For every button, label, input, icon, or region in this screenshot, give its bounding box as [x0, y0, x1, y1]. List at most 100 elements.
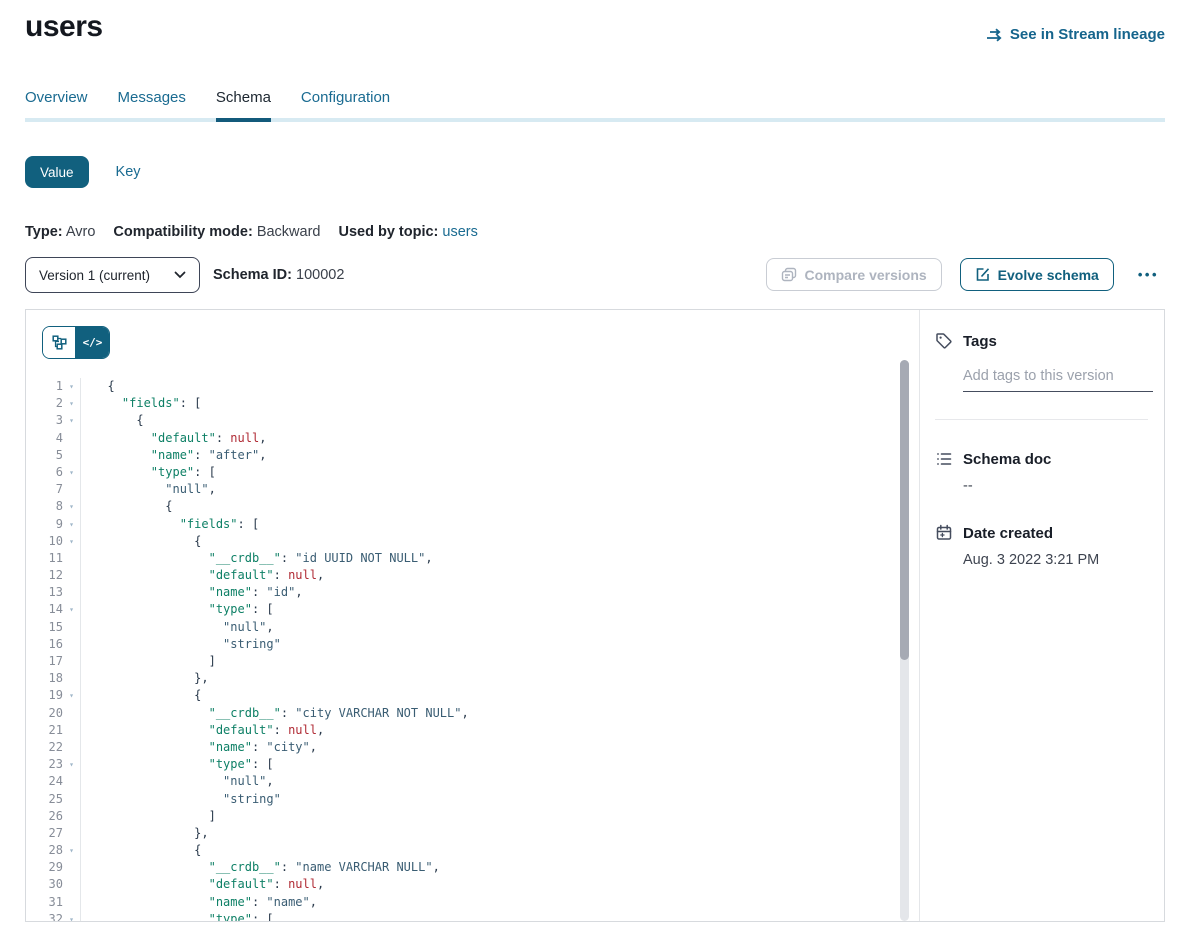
code-text[interactable]: { [80, 378, 897, 395]
code-line: 27 }, [26, 825, 897, 842]
code-text[interactable]: "default": null, [80, 567, 897, 584]
code-text[interactable]: "string" [80, 791, 897, 808]
fold-spacer [63, 859, 80, 876]
code-text[interactable]: "string" [80, 636, 897, 653]
code-line: 19▾ { [26, 687, 897, 704]
version-select[interactable]: Version 1 (current) [25, 257, 200, 293]
code-text[interactable]: { [80, 687, 897, 704]
code-text[interactable]: "name": "after", [80, 447, 897, 464]
line-number: 19 [26, 687, 63, 704]
code-text[interactable]: "type": [ [80, 911, 897, 922]
code-text[interactable]: "default": null, [80, 722, 897, 739]
code-line: 11 "__crdb__": "id UUID NOT NULL", [26, 550, 897, 567]
fold-spacer [63, 653, 80, 670]
fold-toggle-icon[interactable]: ▾ [63, 687, 80, 704]
code-text[interactable]: "type": [ [80, 464, 897, 481]
line-number: 20 [26, 705, 63, 722]
code-line: 29 "__crdb__": "name VARCHAR NULL", [26, 859, 897, 876]
code-text[interactable]: }, [80, 670, 897, 687]
tab-schema[interactable]: Schema [216, 89, 271, 118]
code-text[interactable]: "fields": [ [80, 516, 897, 533]
code-line: 21 "default": null, [26, 722, 897, 739]
code-text[interactable]: "type": [ [80, 756, 897, 773]
fold-toggle-icon[interactable]: ▾ [63, 378, 80, 395]
schema-doc-section: Schema doc -- [935, 450, 1156, 494]
code-text[interactable]: "__crdb__": "id UUID NOT NULL", [80, 550, 897, 567]
code-text[interactable]: }, [80, 825, 897, 842]
code-line: 23▾ "type": [ [26, 756, 897, 773]
fold-toggle-icon[interactable]: ▾ [63, 395, 80, 412]
code-text[interactable]: ] [80, 808, 897, 825]
fold-spacer [63, 808, 80, 825]
code-line: 30 "default": null, [26, 876, 897, 893]
tree-view-button[interactable] [43, 327, 76, 358]
value-key-toggle: Value Key [25, 156, 1165, 188]
code-text[interactable]: "type": [ [80, 601, 897, 618]
code-text[interactable]: "null", [80, 619, 897, 636]
fold-toggle-icon[interactable]: ▾ [63, 412, 80, 429]
fold-toggle-icon[interactable]: ▾ [63, 533, 80, 550]
tab-configuration[interactable]: Configuration [301, 89, 390, 118]
chevron-down-icon [174, 271, 186, 279]
evolve-schema-button[interactable]: Evolve schema [960, 258, 1114, 291]
fold-toggle-icon[interactable]: ▾ [63, 498, 80, 515]
code-text[interactable]: "name": "id", [80, 584, 897, 601]
line-number: 29 [26, 859, 63, 876]
fold-spacer [63, 447, 80, 464]
code-text[interactable]: "null", [80, 481, 897, 498]
schema-sidebar: Tags Schema doc -- [919, 310, 1164, 921]
fold-toggle-icon[interactable]: ▾ [63, 516, 80, 533]
value-toggle-button[interactable]: Value [25, 156, 89, 188]
code-text[interactable]: { [80, 533, 897, 550]
line-number: 9 [26, 516, 63, 533]
line-number: 14 [26, 601, 63, 618]
code-text[interactable]: { [80, 498, 897, 515]
fold-toggle-icon[interactable]: ▾ [63, 601, 80, 618]
code-line: 20 "__crdb__": "city VARCHAR NOT NULL", [26, 705, 897, 722]
code-line: 22 "name": "city", [26, 739, 897, 756]
fold-toggle-icon[interactable]: ▾ [63, 911, 80, 922]
tags-heading: Tags [935, 332, 1156, 350]
code-text[interactable]: "fields": [ [80, 395, 897, 412]
list-icon [935, 450, 953, 468]
line-number: 8 [26, 498, 63, 515]
code-view-button[interactable]: </> [76, 327, 109, 358]
code-text[interactable]: "name": "name", [80, 894, 897, 911]
sidebar-divider [935, 419, 1148, 420]
line-number: 18 [26, 670, 63, 687]
line-number: 23 [26, 756, 63, 773]
fold-toggle-icon[interactable]: ▾ [63, 756, 80, 773]
add-tags-input[interactable] [963, 368, 1153, 392]
code-text[interactable]: "name": "city", [80, 739, 897, 756]
more-actions-button[interactable]: ••• [1132, 266, 1165, 283]
fold-spacer [63, 876, 80, 893]
line-number: 27 [26, 825, 63, 842]
code-text[interactable]: "null", [80, 773, 897, 790]
schema-editor: </> 1▾ {2▾ "fields": [3▾ {4 "default": n… [26, 310, 919, 921]
tab-overview[interactable]: Overview [25, 89, 88, 118]
schema-meta: Type: Avro Compatibility mode: Backward … [25, 224, 1165, 240]
code-lines: 1▾ {2▾ "fields": [3▾ {4 "default": null,… [26, 378, 897, 922]
code-text[interactable]: { [80, 842, 897, 859]
fold-toggle-icon[interactable]: ▾ [63, 842, 80, 859]
line-number: 28 [26, 842, 63, 859]
topic-link[interactable]: users [442, 224, 477, 240]
tab-messages[interactable]: Messages [118, 89, 186, 118]
code-text[interactable]: "__crdb__": "name VARCHAR NULL", [80, 859, 897, 876]
code-text[interactable]: "__crdb__": "city VARCHAR NOT NULL", [80, 705, 897, 722]
fold-toggle-icon[interactable]: ▾ [63, 464, 80, 481]
code-text[interactable]: ] [80, 653, 897, 670]
editor-scrollbar-track[interactable] [900, 360, 909, 921]
see-in-stream-lineage-link[interactable]: See in Stream lineage [986, 26, 1165, 43]
line-number: 24 [26, 773, 63, 790]
line-number: 12 [26, 567, 63, 584]
line-number: 10 [26, 533, 63, 550]
code-text[interactable]: { [80, 412, 897, 429]
code-text[interactable]: "default": null, [80, 876, 897, 893]
compare-versions-button[interactable]: Compare versions [766, 258, 942, 291]
fold-spacer [63, 739, 80, 756]
code-text[interactable]: "default": null, [80, 430, 897, 447]
editor-scrollbar-thumb[interactable] [900, 360, 909, 660]
key-toggle-link[interactable]: Key [116, 164, 141, 180]
fold-spacer [63, 636, 80, 653]
